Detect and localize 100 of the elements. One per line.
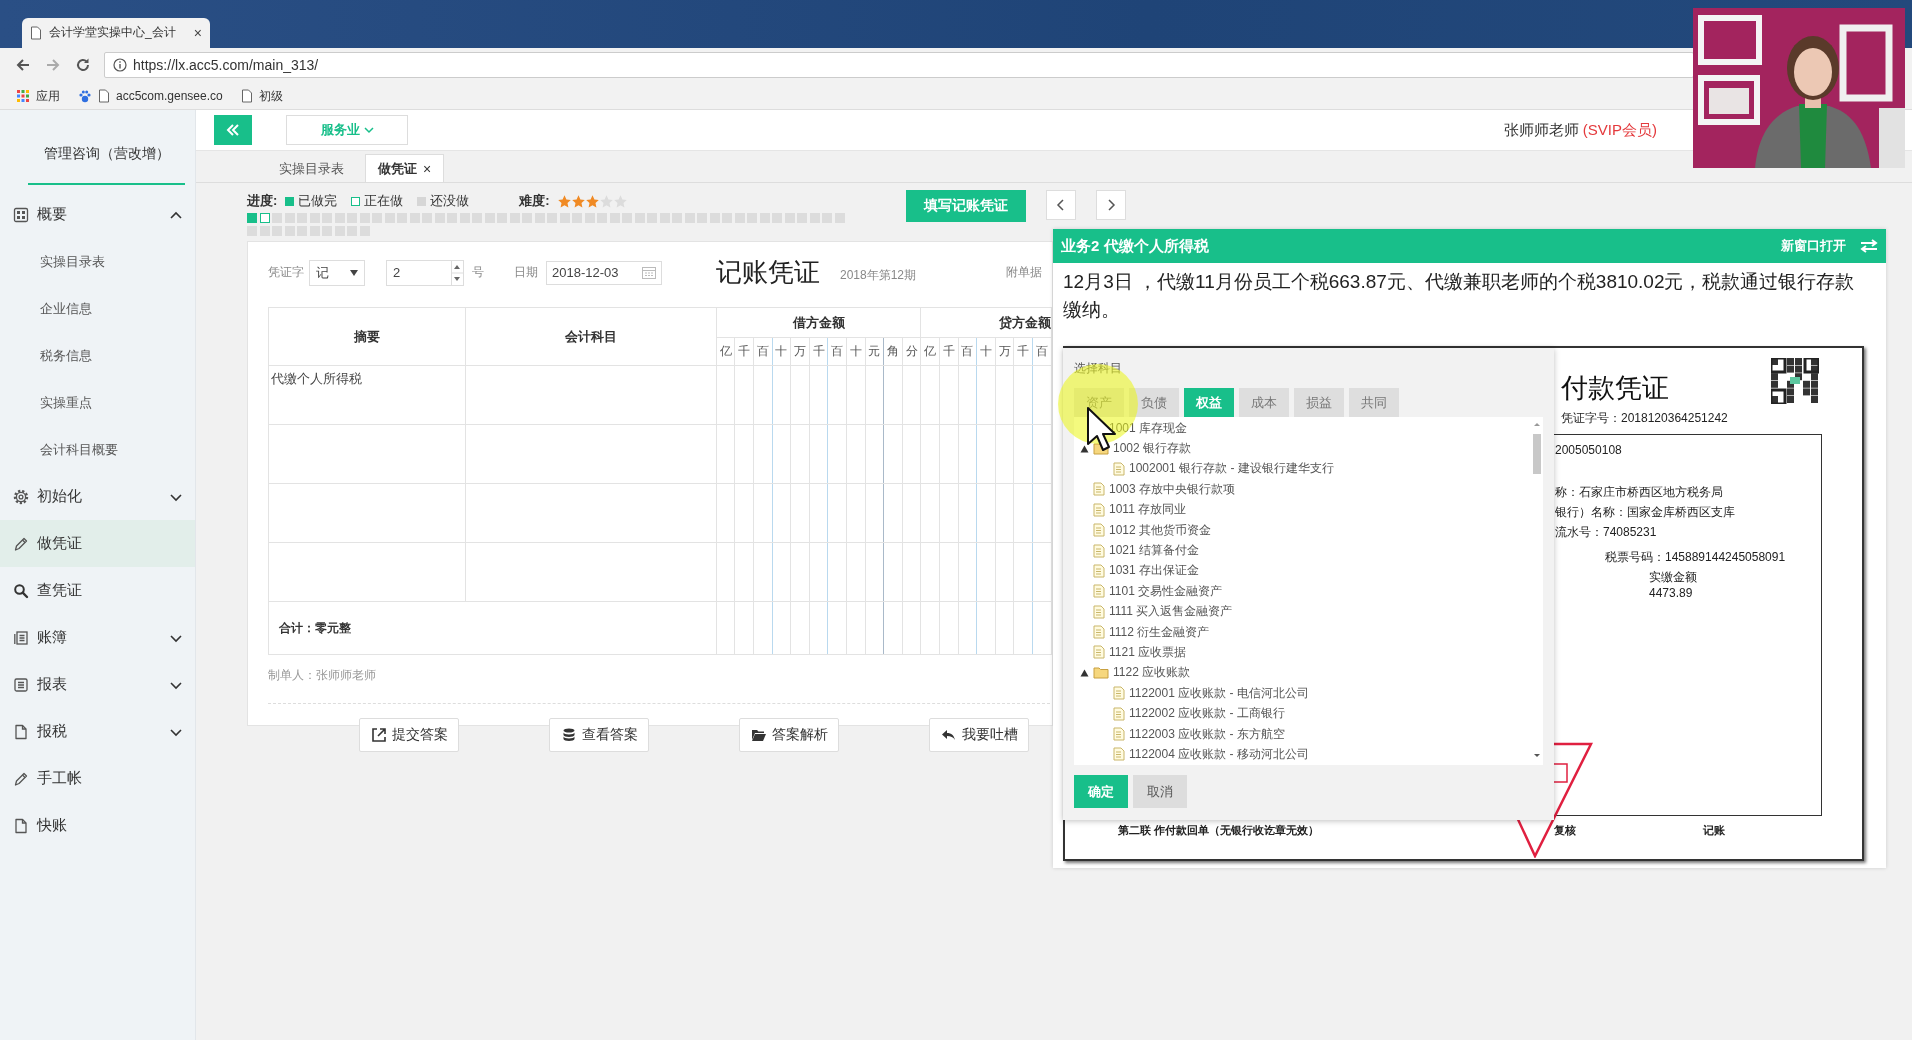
caret-down-icon — [350, 269, 358, 276]
unit-label: 百 — [1032, 337, 1052, 366]
action-button[interactable]: 我要吐槽 — [929, 718, 1029, 752]
swap-icon[interactable] — [1860, 239, 1878, 253]
sidebar-item[interactable]: 概要 — [0, 191, 195, 238]
tree-item[interactable]: 1101 交易性金融资产 — [1080, 581, 1531, 602]
sidebar-item[interactable]: 初始化 — [0, 473, 195, 520]
file-icon — [13, 817, 29, 834]
collapse-triangle-icon[interactable] — [1080, 444, 1089, 453]
chevron-down-icon — [363, 125, 374, 135]
date-field[interactable]: 2018-12-03 — [546, 260, 662, 285]
previous-button[interactable] — [1046, 190, 1076, 220]
double-chevron-icon — [226, 123, 240, 137]
action-button[interactable]: 查看答案 — [549, 718, 649, 752]
cancel-button[interactable]: 取消 — [1133, 775, 1187, 808]
address-field[interactable]: https://lx.acc5.com/main_313/ — [104, 52, 1694, 79]
document-text: 银行）名称：国家金库桥西区支库 — [1555, 504, 1736, 521]
unit-label: 千 — [734, 337, 754, 366]
column-header: 会计科目 — [465, 307, 717, 366]
close-button[interactable]: × — [423, 160, 432, 177]
category-tab[interactable]: 成本 — [1239, 388, 1289, 417]
voucher-title: 记账凭证 — [716, 256, 820, 289]
next-button[interactable] — [1096, 190, 1126, 220]
tree-item[interactable]: 1121 应收票据 — [1080, 642, 1531, 663]
tree-item[interactable]: 1112 衍生金融资产 — [1080, 621, 1531, 643]
sidebar-subitem[interactable]: 会计科目概要 — [0, 426, 195, 473]
chevron-left-icon — [1056, 199, 1066, 211]
sidebar-subitem[interactable]: 企业信息 — [0, 285, 195, 332]
sidebar-subitem[interactable]: 实操重点 — [0, 379, 195, 426]
star-icon — [585, 194, 599, 208]
collapse-button[interactable] — [214, 115, 252, 145]
document-text: 实缴金额 — [1649, 569, 1698, 586]
tree-item[interactable]: 1111 买入返售金融资产 — [1080, 601, 1531, 622]
sidebar-subitem[interactable]: 实操目录表 — [0, 238, 195, 285]
external-link-icon — [370, 727, 387, 743]
category-tab[interactable]: 共同 — [1349, 388, 1399, 417]
tree-item[interactable]: 1122004 应收账款 - 移动河北公司 — [1100, 744, 1531, 765]
page-icon — [240, 89, 253, 104]
category-tab[interactable]: 损益 — [1294, 388, 1344, 417]
legend-label: 还没做 — [430, 192, 470, 210]
document-icon — [1093, 502, 1105, 517]
unit-label: 分 — [902, 337, 921, 366]
field-label: 号 — [472, 264, 484, 281]
collapse-triangle-icon[interactable] — [1080, 668, 1089, 677]
tree-item[interactable]: 1002 银行存款 — [1080, 438, 1531, 459]
tree-item[interactable]: 1011 存放同业 — [1080, 499, 1531, 520]
bookmark[interactable]: acc5com.gensee.co — [116, 89, 223, 104]
unit-label: 万 — [995, 337, 1014, 366]
sidebar-subitem[interactable]: 税务信息 — [0, 332, 195, 379]
tree-item[interactable]: 1122001 应收账款 - 电信河北公司 — [1100, 683, 1531, 704]
spinner-icon — [451, 260, 463, 285]
field-label: 附单据 — [1006, 264, 1043, 281]
action-button[interactable]: 提交答案 — [359, 718, 459, 752]
sidebar-item[interactable]: 报表 — [0, 661, 195, 708]
document-text: 税票号码：145889144245058091 — [1605, 549, 1787, 566]
unit-label: 百 — [958, 337, 977, 366]
ledger-icon — [13, 629, 29, 646]
page-tab[interactable]: 做凭证 × — [365, 154, 445, 182]
star-icon — [571, 194, 585, 208]
sidebar-item[interactable]: 查凭证 — [0, 567, 195, 614]
tree-item[interactable]: 1031 存出保证金 — [1080, 560, 1531, 582]
progress-cell[interactable] — [259, 213, 270, 223]
document-text: 称：石家庄市桥西区地方税务局 — [1555, 484, 1724, 501]
tree-item[interactable]: 1122 应收账款 — [1080, 662, 1531, 684]
document-icon — [1093, 543, 1105, 558]
field-label: 凭证字 — [268, 264, 304, 281]
bookmark[interactable]: 应用 — [36, 87, 60, 105]
sidebar-item[interactable]: 报税 — [0, 708, 195, 755]
action-button[interactable]: 答案解析 — [739, 718, 839, 752]
category-tab[interactable]: 负债 — [1129, 388, 1179, 417]
tree-item[interactable]: 1012 其他货币资金 — [1080, 519, 1531, 541]
browser-tab[interactable]: 会计学堂实操中心_会计 × — [22, 17, 210, 48]
unit-label: 百 — [827, 337, 847, 366]
unit-label: 十 — [976, 337, 996, 366]
folder-icon — [750, 727, 767, 743]
progress-cell[interactable] — [247, 213, 257, 223]
tree-item[interactable]: 1021 结算备付金 — [1080, 540, 1531, 561]
close-button[interactable]: × — [193, 24, 202, 41]
sidebar-item[interactable]: 手工帐 — [0, 755, 195, 802]
sidebar-item[interactable]: 快账 — [0, 802, 195, 849]
page-icon — [30, 25, 42, 40]
voucher-type-select[interactable]: 记 — [309, 259, 365, 286]
unit-label: 千 — [1014, 337, 1033, 366]
folder-icon — [1093, 666, 1109, 680]
bookmark[interactable]: 初级 — [258, 87, 283, 105]
document-text: 复核 — [1554, 823, 1577, 838]
tree-item[interactable]: 1122002 应收账款 - 工商银行 — [1100, 703, 1531, 724]
summary-cell: 代缴个人所得税 — [268, 365, 466, 425]
chevron-right-icon — [1106, 199, 1116, 211]
sidebar-item[interactable]: 做凭证 — [0, 520, 195, 567]
number-field[interactable]: 2 — [386, 259, 464, 286]
tree-item[interactable]: 1122003 应收账款 - 东方航空 — [1100, 723, 1531, 745]
document-icon — [1113, 727, 1125, 742]
sidebar-item[interactable]: 账簿 — [0, 614, 195, 661]
unit-label: 百 — [753, 337, 773, 366]
page-tab[interactable]: 实操目录表 — [266, 154, 357, 182]
tree-item[interactable]: 1002001 银行存款 - 建设银行建华支行 — [1100, 458, 1531, 480]
unit-label: 角 — [883, 337, 903, 366]
tree-item[interactable]: 1003 存放中央银行款项 — [1080, 479, 1531, 500]
field-label: 日期 — [514, 264, 538, 281]
